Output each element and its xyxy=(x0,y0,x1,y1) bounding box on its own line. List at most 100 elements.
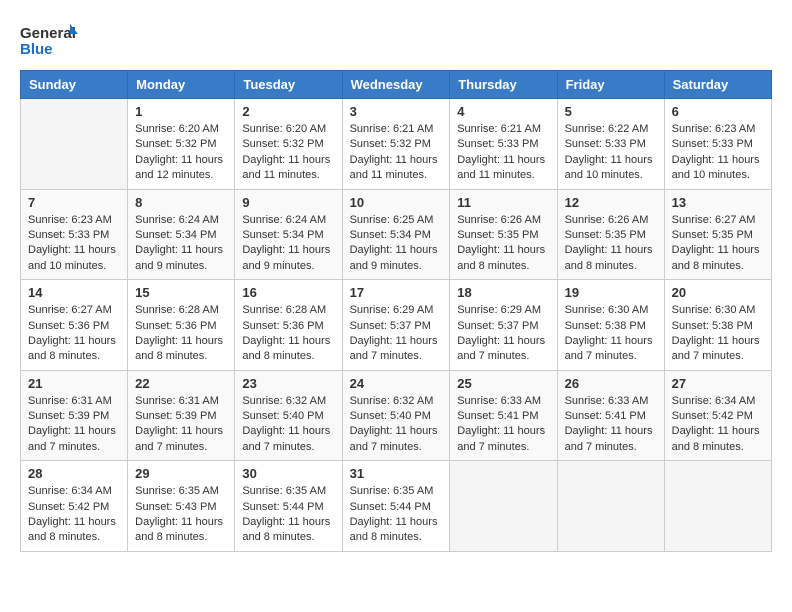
day-number: 12 xyxy=(565,195,657,210)
day-info: Sunrise: 6:24 AMSunset: 5:34 PMDaylight:… xyxy=(135,213,227,275)
calendar-cell: 27 Sunrise: 6:34 AMSunset: 5:42 PMDayligh… xyxy=(664,370,771,461)
day-info: Sunrise: 6:30 AMSunset: 5:38 PMDaylight:… xyxy=(565,303,657,365)
calendar-cell: 2Sunrise: 6:20 AMSunset: 5:32 PMDaylight… xyxy=(235,99,342,190)
calendar-cell: 15Sunrise: 6:28 AMSunset: 5:36 PMDayligh… xyxy=(128,280,235,371)
day-number: 19 xyxy=(565,285,657,300)
day-number: 5 xyxy=(565,104,657,119)
day-number: 23 xyxy=(242,376,334,391)
day-info: Sunrise: 6:29 AMSunset: 5:37 PMDaylight:… xyxy=(350,303,443,365)
day-info: Sunrise: 6:28 AMSunset: 5:36 PMDaylight:… xyxy=(135,303,227,365)
day-number: 21 xyxy=(28,376,120,391)
day-info: Sunrise: 6:24 AMSunset: 5:34 PMDaylight:… xyxy=(242,213,334,275)
weekday-header-friday: Friday xyxy=(557,71,664,99)
calendar-cell: 6 Sunrise: 6:23 AMSunset: 5:33 PMDaylight… xyxy=(664,99,771,190)
day-info: Sunrise: 6:32 AMSunset: 5:40 PMDaylight:… xyxy=(242,394,334,456)
day-number: 26 xyxy=(565,376,657,391)
calendar-cell: 20 Sunrise: 6:30 AMSunset: 5:38 PMDayligh… xyxy=(664,280,771,371)
day-number: 25 xyxy=(457,376,549,391)
calendar-week-5: 28Sunrise: 6:34 AMSunset: 5:42 PMDayligh… xyxy=(21,461,772,552)
calendar-week-3: 14 Sunrise: 6:27 AMSunset: 5:36 PMDayligh… xyxy=(21,280,772,371)
calendar-cell: 29Sunrise: 6:35 AMSunset: 5:43 PMDayligh… xyxy=(128,461,235,552)
calendar-cell: 23 Sunrise: 6:32 AMSunset: 5:40 PMDayligh… xyxy=(235,370,342,461)
calendar-cell: 17 Sunrise: 6:29 AMSunset: 5:37 PMDayligh… xyxy=(342,280,450,371)
weekday-header-row: SundayMondayTuesdayWednesdayThursdayFrid… xyxy=(21,71,772,99)
day-number: 14 xyxy=(28,285,120,300)
logo: GeneralBlue xyxy=(20,20,80,60)
day-info: Sunrise: 6:26 AMSunset: 5:35 PMDaylight:… xyxy=(457,213,549,275)
calendar-cell: 11 Sunrise: 6:26 AMSunset: 5:35 PMDayligh… xyxy=(450,189,557,280)
day-number: 6 xyxy=(672,104,764,119)
day-info: Sunrise: 6:35 AMSunset: 5:44 PMDaylight:… xyxy=(242,484,334,546)
day-number: 28 xyxy=(28,466,120,481)
day-info: Sunrise: 6:25 AMSunset: 5:34 PMDaylight:… xyxy=(350,213,443,275)
calendar-cell: 28Sunrise: 6:34 AMSunset: 5:42 PMDayligh… xyxy=(21,461,128,552)
weekday-header-thursday: Thursday xyxy=(450,71,557,99)
day-number: 10 xyxy=(350,195,443,210)
day-info: Sunrise: 6:27 AMSunset: 5:36 PMDaylight:… xyxy=(28,303,120,365)
day-number: 9 xyxy=(242,195,334,210)
day-info: Sunrise: 6:22 AMSunset: 5:33 PMDaylight:… xyxy=(565,122,657,184)
day-info: Sunrise: 6:27 AMSunset: 5:35 PMDaylight:… xyxy=(672,213,764,275)
day-info: Sunrise: 6:21 AMSunset: 5:33 PMDaylight:… xyxy=(457,122,549,184)
day-info: Sunrise: 6:28 AMSunset: 5:36 PMDaylight:… xyxy=(242,303,334,365)
calendar-week-1: 1 Sunrise: 6:20 AMSunset: 5:32 PMDaylight… xyxy=(21,99,772,190)
calendar-cell: 4 Sunrise: 6:21 AMSunset: 5:33 PMDaylight… xyxy=(450,99,557,190)
weekday-header-monday: Monday xyxy=(128,71,235,99)
day-number: 29 xyxy=(135,466,227,481)
calendar-cell: 18 Sunrise: 6:29 AMSunset: 5:37 PMDayligh… xyxy=(450,280,557,371)
calendar-table: SundayMondayTuesdayWednesdayThursdayFrid… xyxy=(20,70,772,552)
day-info: Sunrise: 6:20 AMSunset: 5:32 PMDaylight:… xyxy=(135,122,227,184)
day-info: Sunrise: 6:32 AMSunset: 5:40 PMDaylight:… xyxy=(350,394,443,456)
weekday-header-saturday: Saturday xyxy=(664,71,771,99)
day-number: 8 xyxy=(135,195,227,210)
day-info: Sunrise: 6:33 AMSunset: 5:41 PMDaylight:… xyxy=(457,394,549,456)
weekday-header-sunday: Sunday xyxy=(21,71,128,99)
day-number: 22 xyxy=(135,376,227,391)
calendar-cell xyxy=(664,461,771,552)
calendar-cell: 26 Sunrise: 6:33 AMSunset: 5:41 PMDayligh… xyxy=(557,370,664,461)
day-info: Sunrise: 6:34 AMSunset: 5:42 PMDaylight:… xyxy=(672,394,764,456)
day-number: 11 xyxy=(457,195,549,210)
calendar-cell: 12 Sunrise: 6:26 AMSunset: 5:35 PMDayligh… xyxy=(557,189,664,280)
day-number: 27 xyxy=(672,376,764,391)
calendar-cell: 21Sunrise: 6:31 AMSunset: 5:39 PMDayligh… xyxy=(21,370,128,461)
calendar-cell: 13Sunrise: 6:27 AMSunset: 5:35 PMDayligh… xyxy=(664,189,771,280)
day-number: 18 xyxy=(457,285,549,300)
weekday-header-wednesday: Wednesday xyxy=(342,71,450,99)
day-number: 7 xyxy=(28,195,120,210)
day-info: Sunrise: 6:21 AMSunset: 5:32 PMDaylight:… xyxy=(350,122,443,184)
svg-text:Blue: Blue xyxy=(20,41,53,58)
svg-text:General: General xyxy=(20,25,76,42)
calendar-cell: 9 Sunrise: 6:24 AMSunset: 5:34 PMDaylight… xyxy=(235,189,342,280)
day-number: 3 xyxy=(350,104,443,119)
calendar-cell: 3 Sunrise: 6:21 AMSunset: 5:32 PMDaylight… xyxy=(342,99,450,190)
calendar-cell: 30 Sunrise: 6:35 AMSunset: 5:44 PMDayligh… xyxy=(235,461,342,552)
calendar-week-4: 21 Sunrise: 6:31 AMSunset: 5:39 PMDayligh… xyxy=(21,370,772,461)
calendar-cell: 10 Sunrise: 6:25 AMSunset: 5:34 PMDayligh… xyxy=(342,189,450,280)
day-info: Sunrise: 6:23 AMSunset: 5:33 PMDaylight:… xyxy=(672,122,764,184)
calendar-cell: 14 Sunrise: 6:27 AMSunset: 5:36 PMDayligh… xyxy=(21,280,128,371)
day-number: 17 xyxy=(350,285,443,300)
day-number: 1 xyxy=(135,104,227,119)
day-info: Sunrise: 6:31 AMSunset: 5:39 PMDaylight:… xyxy=(135,394,227,456)
day-number: 24 xyxy=(350,376,443,391)
day-number: 20 xyxy=(672,285,764,300)
page-header: GeneralBlue xyxy=(20,20,772,60)
calendar-cell: 16 Sunrise: 6:28 AMSunset: 5:36 PMDayligh… xyxy=(235,280,342,371)
day-number: 30 xyxy=(242,466,334,481)
day-info: Sunrise: 6:26 AMSunset: 5:35 PMDaylight:… xyxy=(565,213,657,275)
calendar-week-2: 7 Sunrise: 6:23 AMSunset: 5:33 PMDaylight… xyxy=(21,189,772,280)
calendar-cell: 22 Sunrise: 6:31 AMSunset: 5:39 PMDayligh… xyxy=(128,370,235,461)
day-number: 2 xyxy=(242,104,334,119)
day-info: Sunrise: 6:29 AMSunset: 5:37 PMDaylight:… xyxy=(457,303,549,365)
day-number: 4 xyxy=(457,104,549,119)
day-info: Sunrise: 6:23 AMSunset: 5:33 PMDaylight:… xyxy=(28,213,120,275)
calendar-cell: 1 Sunrise: 6:20 AMSunset: 5:32 PMDaylight… xyxy=(128,99,235,190)
calendar-cell: 8 Sunrise: 6:24 AMSunset: 5:34 PMDaylight… xyxy=(128,189,235,280)
calendar-cell xyxy=(21,99,128,190)
calendar-cell: 5 Sunrise: 6:22 AMSunset: 5:33 PMDaylight… xyxy=(557,99,664,190)
day-info: Sunrise: 6:30 AMSunset: 5:38 PMDaylight:… xyxy=(672,303,764,365)
day-number: 16 xyxy=(242,285,334,300)
day-info: Sunrise: 6:33 AMSunset: 5:41 PMDaylight:… xyxy=(565,394,657,456)
logo-svg: GeneralBlue xyxy=(20,20,80,60)
